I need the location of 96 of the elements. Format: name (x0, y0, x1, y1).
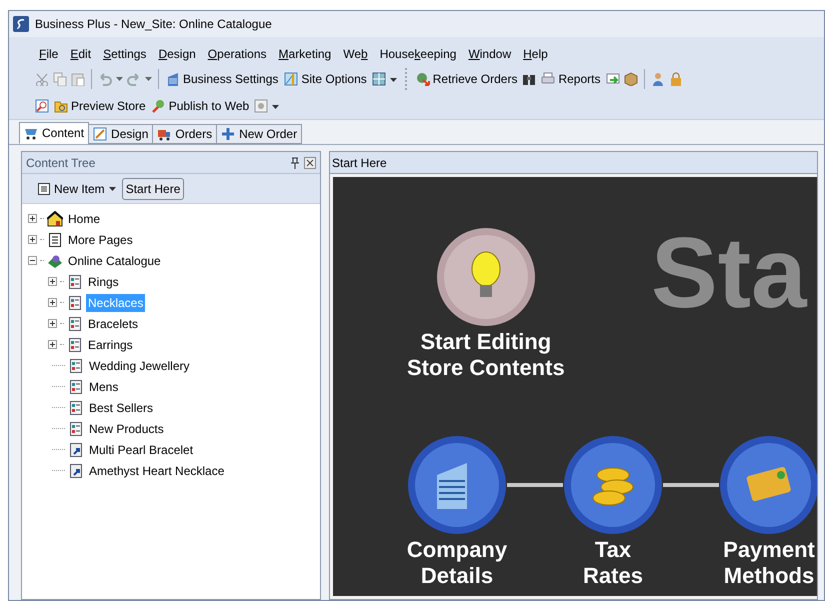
step-label[interactable]: Payment (723, 537, 815, 563)
tree-item[interactable]: New Products (87, 420, 166, 438)
tab[interactable]: New Order (216, 124, 302, 144)
credit-card-icon[interactable] (719, 435, 817, 535)
tree-item[interactable]: Rings (86, 272, 121, 290)
step-label[interactable]: Details (420, 563, 494, 589)
tree-item[interactable]: More Pages (66, 230, 135, 248)
clipboard-icon[interactable] (71, 72, 85, 86)
document-icon (38, 182, 50, 194)
menu-item[interactable]: Operations (208, 45, 267, 63)
expand-icon[interactable] (28, 214, 37, 223)
house-icon (47, 210, 63, 226)
start-here-button[interactable]: Start Here (122, 178, 184, 200)
binoculars-icon[interactable] (522, 72, 536, 86)
app-logo-icon (13, 16, 29, 32)
menu-item[interactable]: Housekeeping (380, 45, 456, 63)
person-icon[interactable] (650, 72, 664, 86)
category-icon (67, 274, 83, 290)
tab[interactable]: Content (19, 122, 90, 144)
caret-icon[interactable] (145, 77, 152, 81)
category-icon (67, 294, 83, 310)
tree-item[interactable]: Best Sellers (87, 398, 156, 416)
collapse-icon[interactable] (28, 256, 37, 265)
caret-icon[interactable] (116, 77, 123, 81)
category-icon (68, 378, 84, 394)
overflow-icon[interactable] (272, 103, 280, 109)
globe-icon (416, 72, 430, 86)
toolbar-button[interactable]: Preview Store (53, 97, 147, 115)
menu-item[interactable]: File (39, 45, 58, 63)
category-icon (67, 336, 83, 352)
step-label[interactable]: Rates (583, 563, 643, 589)
expand-icon[interactable] (48, 340, 57, 349)
product-icon (68, 462, 84, 478)
tree-item[interactable]: Bracelets (86, 314, 140, 332)
tab[interactable]: Orders (152, 124, 218, 144)
menu-item[interactable]: Settings (103, 45, 146, 63)
brush-icon (93, 127, 108, 141)
expand-icon[interactable] (48, 277, 57, 286)
window-title: Business Plus - New_Site: Online Catalogue (35, 16, 272, 33)
building-icon (166, 72, 180, 86)
menu-item[interactable]: Marketing (278, 45, 332, 63)
category-icon (67, 316, 83, 332)
new-item-button[interactable]: New Item (36, 180, 118, 198)
link-label[interactable]: Store Contents (407, 355, 565, 381)
step-label[interactable]: Methods (724, 563, 814, 589)
truck-icon (157, 127, 172, 141)
printer-icon (541, 72, 556, 86)
search-icon[interactable] (35, 99, 49, 113)
lightbulb-icon[interactable] (436, 227, 536, 327)
caret-icon (108, 186, 116, 190)
page-icon (47, 232, 63, 248)
toolbar-button[interactable]: Reports (540, 70, 602, 88)
menu-item[interactable]: Web (343, 45, 368, 63)
toolbar-button[interactable]: Retrieve Orders (414, 70, 518, 88)
category-icon (68, 358, 84, 374)
overflow-icon[interactable] (390, 76, 397, 82)
toolbar-button[interactable]: Site Options (283, 70, 368, 88)
category-icon (68, 400, 84, 416)
tree-item[interactable]: Multi Pearl Bracelet (87, 440, 196, 458)
link-label[interactable]: Start Editing (420, 329, 552, 355)
package-icon[interactable] (624, 72, 638, 86)
envelope-icon[interactable] (606, 72, 620, 86)
expand-icon[interactable] (48, 298, 57, 307)
tree-item[interactable]: Home (66, 210, 102, 228)
expand-icon[interactable] (28, 235, 37, 244)
map-pin-icon (152, 99, 166, 113)
step-label[interactable]: Tax (594, 537, 632, 563)
tree-item[interactable]: Earrings (86, 336, 135, 354)
coins-icon[interactable] (563, 435, 663, 535)
tree-item[interactable]: Wedding Jewellery (87, 356, 192, 374)
folder-icon (54, 99, 68, 113)
panel-title: Content Tree (26, 154, 96, 172)
product-icon (68, 442, 84, 458)
cart-icon (24, 126, 38, 140)
menu-item[interactable]: Edit (70, 45, 92, 63)
tree-item[interactable]: Amethyst Heart Necklace (87, 462, 226, 480)
catalogue-icon (47, 252, 63, 268)
tree-item[interactable]: Mens (87, 378, 120, 396)
menu-item[interactable]: Help (523, 45, 548, 63)
category-icon (68, 420, 84, 436)
menu-item[interactable]: Design (158, 45, 196, 63)
plus-icon (221, 127, 236, 141)
layout-icon (284, 72, 298, 86)
expand-icon[interactable] (48, 319, 57, 328)
toolbar-button[interactable]: Business Settings (165, 70, 280, 88)
close-icon[interactable] (304, 156, 316, 168)
panel-title: Start Here (332, 154, 387, 172)
tree-item[interactable]: Online Catalogue (66, 252, 163, 270)
tab[interactable]: Design (88, 124, 154, 144)
toolbar-button[interactable]: Publish to Web (150, 97, 250, 115)
building-icon[interactable] (407, 435, 507, 535)
padlock-icon[interactable] (668, 72, 682, 86)
start-heading: Sta (651, 223, 807, 323)
step-label[interactable]: Company (406, 537, 508, 563)
menu-item[interactable]: Window (468, 45, 512, 63)
pin-icon[interactable] (290, 156, 300, 168)
